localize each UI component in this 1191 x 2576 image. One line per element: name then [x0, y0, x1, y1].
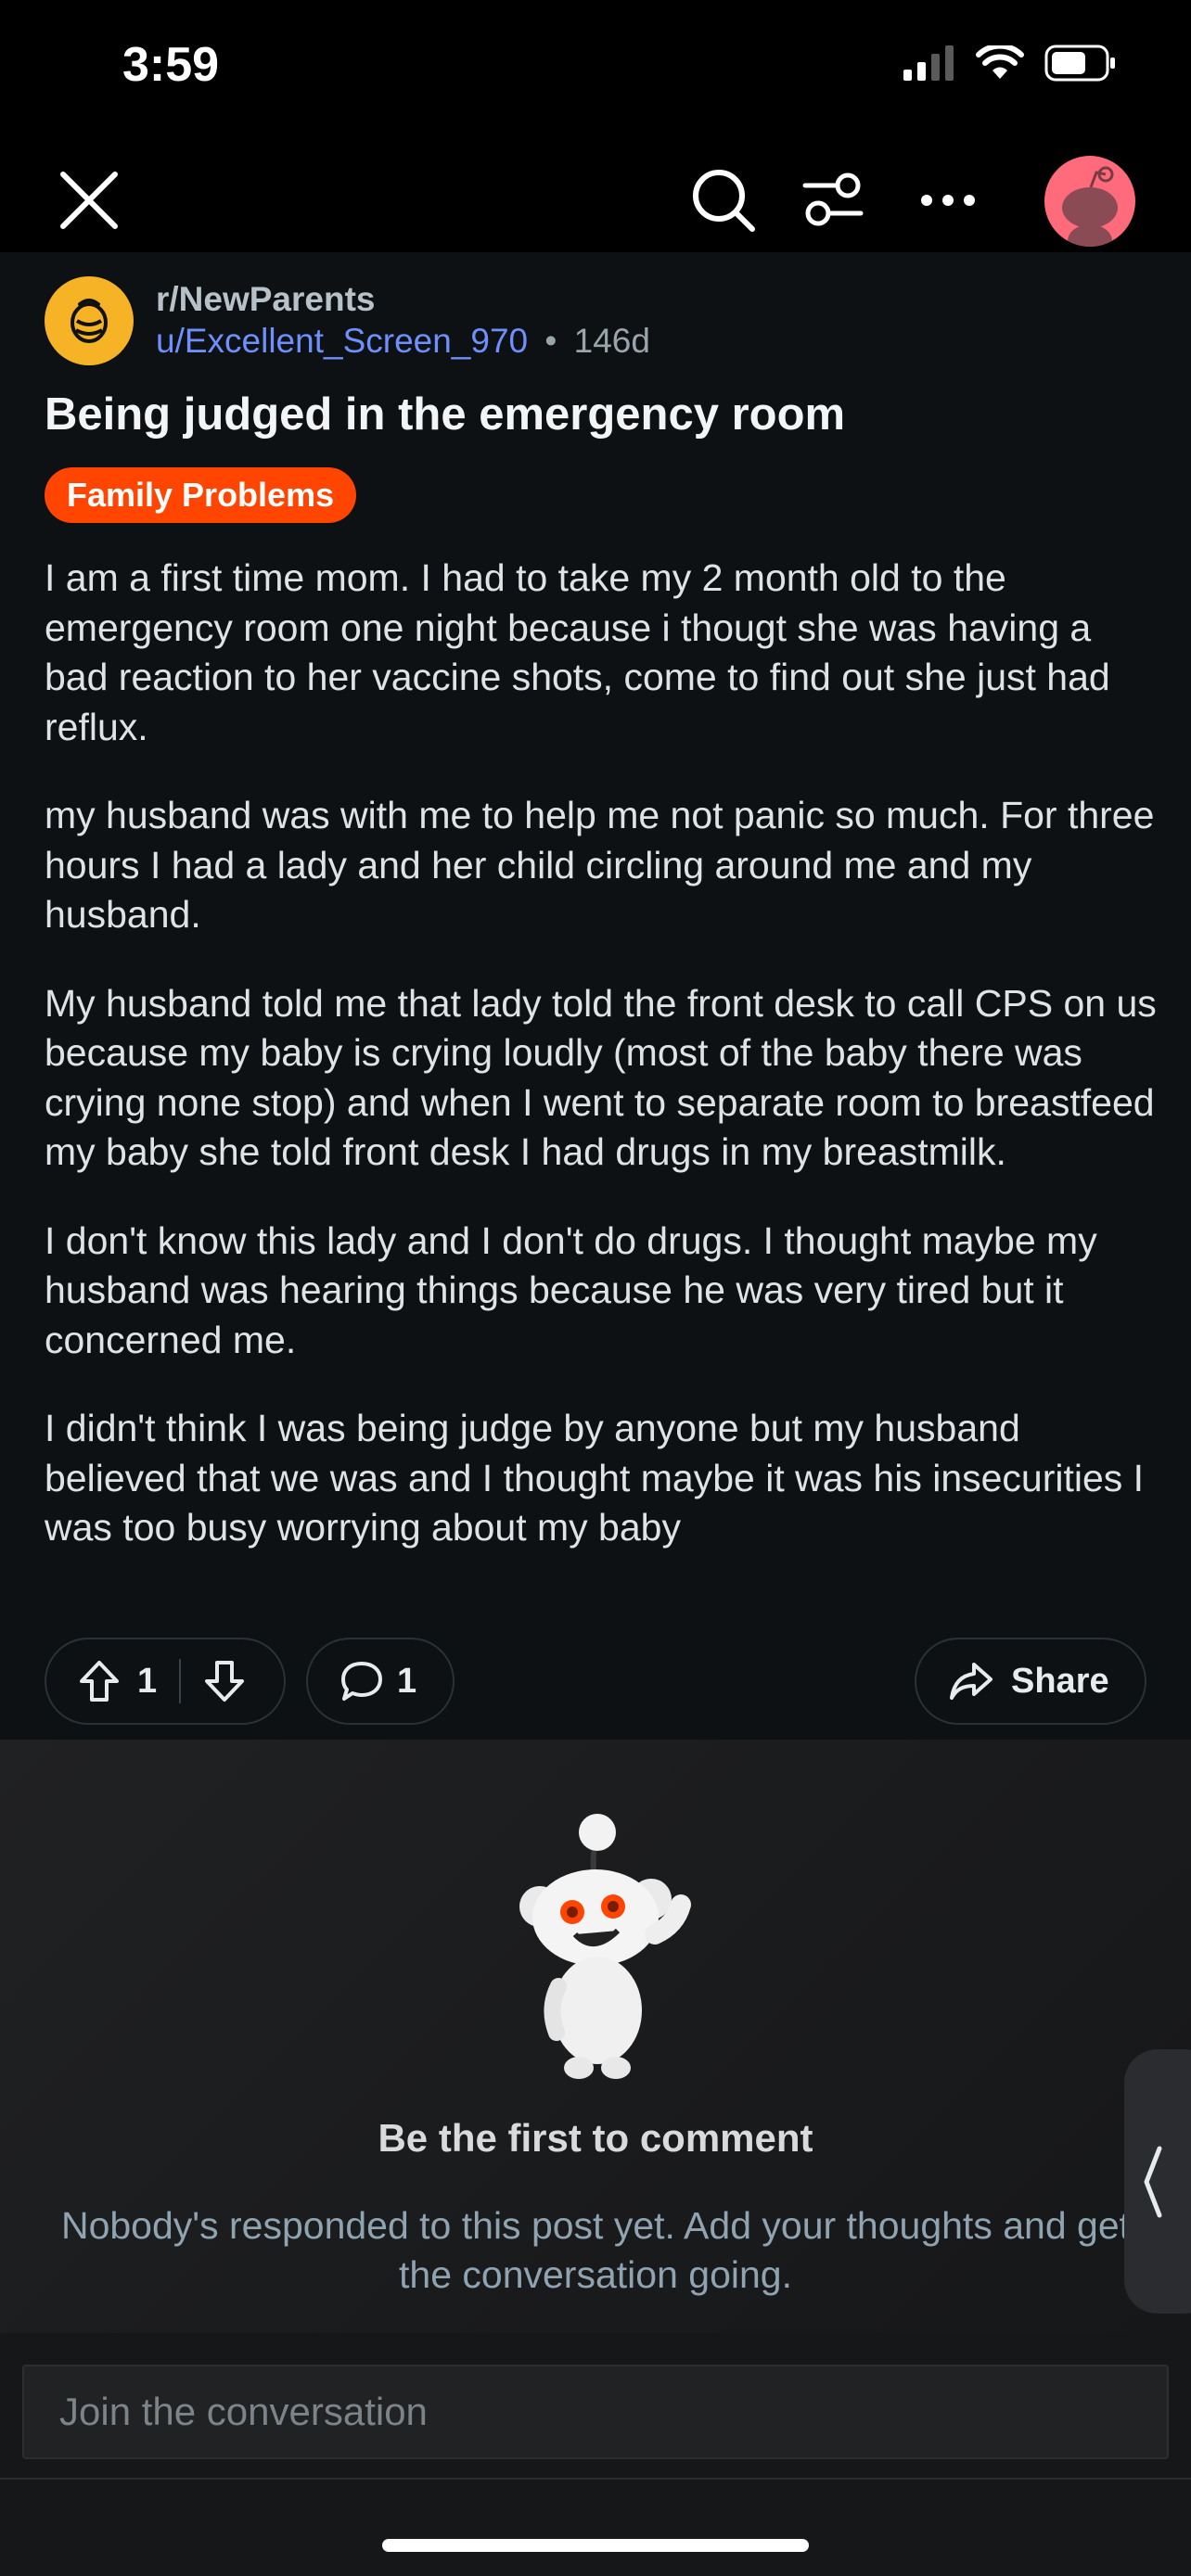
side-panel-tab[interactable] [1124, 2049, 1191, 2314]
search-icon [693, 170, 755, 232]
meta-separator: • [544, 322, 557, 360]
snoo-mascot-illustration [519, 1814, 691, 2079]
baby-icon [70, 299, 108, 343]
post-paragraph: I don't know this lady and I don't do dr… [45, 1218, 1097, 1361]
comment-bubble-icon [341, 1662, 382, 1701]
status-icons [903, 45, 1117, 82]
comments-section: Be the first to comment Nobody's respond… [0, 1740, 1191, 2333]
post-title: Being judged in the emergency room [45, 389, 846, 440]
post-paragraph: I am a first time mom. I had to take my … [45, 556, 1110, 748]
post-body: I am a first time mom. I had to take my … [45, 554, 1158, 1592]
share-button[interactable]: Share [915, 1638, 1146, 1725]
join-conversation-input[interactable]: Join the conversation [22, 2365, 1169, 2459]
author-username[interactable]: u/Excellent_Screen_970 [156, 322, 528, 360]
status-time: 3:59 [122, 38, 220, 92]
user-avatar-button[interactable] [1044, 156, 1135, 247]
post-paragraph: I didn't think I was being judge by anyo… [45, 1407, 1145, 1549]
close-icon [60, 172, 118, 229]
sliders-icon [802, 172, 864, 226]
downvote-icon[interactable] [203, 1659, 246, 1703]
wifi-icon [976, 45, 1024, 79]
search-button[interactable] [681, 158, 766, 243]
compose-bar: Join the conversation [0, 2333, 1191, 2576]
vote-count: 1 [137, 1661, 158, 1701]
empty-comments-text: Nobody's responded to this post yet. Add… [60, 2204, 1131, 2296]
subreddit-icon[interactable] [45, 276, 134, 365]
snoo-avatar-icon [1062, 166, 1118, 247]
top-navigation-bar [0, 139, 1191, 252]
compose-divider [0, 2478, 1191, 2480]
home-indicator[interactable] [382, 2539, 809, 2552]
sort-filter-button[interactable] [790, 158, 876, 243]
post-meta: u/Excellent_Screen_970 • 146d [156, 322, 650, 361]
comment-count: 1 [397, 1661, 417, 1701]
vote-control: 1 [45, 1638, 286, 1725]
empty-comments-title: Be the first to comment [378, 2116, 813, 2160]
post-age: 146d [573, 322, 650, 360]
status-bar: 3:59 [0, 0, 1191, 139]
close-button[interactable] [46, 158, 132, 243]
post-flair[interactable]: Family Problems [45, 467, 357, 523]
cellular-signal-icon [903, 45, 954, 81]
post-card: r/NewParents u/Excellent_Screen_970 • 14… [0, 252, 1191, 1740]
share-label: Share [1011, 1661, 1109, 1701]
subreddit-name[interactable]: r/NewParents [156, 280, 376, 319]
more-horizontal-icon [921, 195, 975, 206]
comments-button[interactable]: 1 [306, 1638, 455, 1725]
chevron-left-icon [1144, 2146, 1162, 2217]
post-paragraph: my husband was with me to help me not pa… [45, 794, 1155, 936]
battery-icon [1044, 45, 1115, 82]
post-paragraph: My husband told me that lady told the fr… [45, 981, 1157, 1174]
post-actions: 1 1 Share [45, 1638, 1146, 1725]
vote-divider [179, 1659, 182, 1703]
share-arrow-icon [950, 1663, 992, 1700]
more-options-button[interactable] [905, 158, 991, 243]
upvote-icon[interactable] [78, 1659, 121, 1703]
